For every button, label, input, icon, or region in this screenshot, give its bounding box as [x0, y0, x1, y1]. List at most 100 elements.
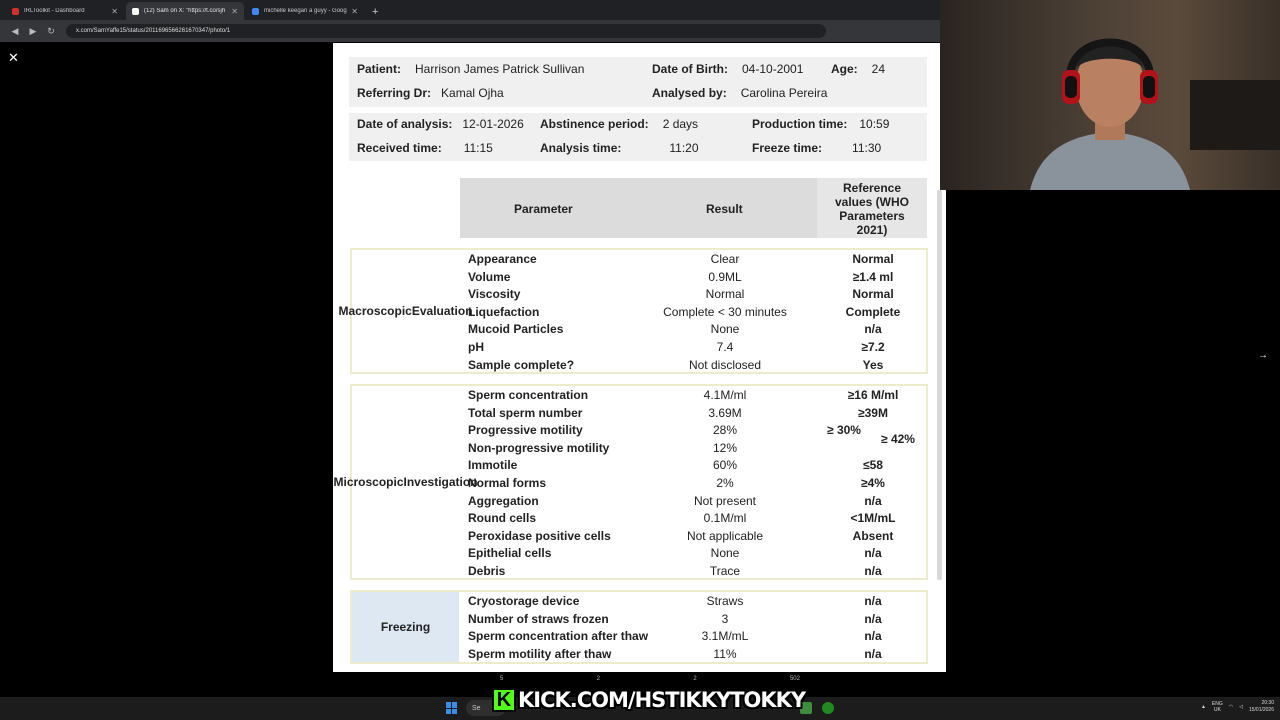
result-cell: 11%: [713, 646, 737, 661]
reference-cell: n/a: [864, 546, 882, 561]
parameter-cell: Viscosity: [468, 287, 521, 302]
patient-label: Patient:: [357, 62, 402, 76]
screen: IRLToolkit - Dashboard ✕ (12) Sam on X: "h…: [0, 0, 1280, 720]
clock[interactable]: 20:30 15/01/2026: [1249, 700, 1274, 714]
reference-cell: n/a: [864, 493, 882, 508]
new-tab-button[interactable]: +: [372, 6, 378, 18]
result-cell: 60%: [712, 458, 738, 473]
reference-cell: ≥1.4 ml: [852, 269, 894, 284]
macroscopic-section: Macroscopic Evaluation Appearance Clear Norm…: [338, 248, 928, 374]
parameter-cell: Sample complete?: [468, 357, 575, 372]
section-label: Microscopic Investigation: [333, 386, 477, 578]
result-cell: None: [710, 322, 740, 337]
repost-count[interactable]: 2: [597, 676, 600, 682]
tab-favicon-icon: [12, 7, 19, 15]
reload-icon[interactable]: ↻: [42, 26, 60, 37]
parameter-cell: Normal forms: [468, 476, 547, 490]
forward-icon[interactable]: ▶: [24, 26, 42, 37]
reference-cell: n/a: [864, 629, 882, 644]
referring-label: Referring Dr:: [357, 86, 432, 100]
scrollbar[interactable]: [937, 190, 942, 580]
browser-tab[interactable]: IRLToolkit - Dashboard ✕: [6, 2, 124, 20]
production-value: 10:59: [859, 117, 890, 131]
parameter-cell: Total sperm number: [468, 405, 583, 420]
reply-count[interactable]: 5: [500, 676, 503, 682]
tab-close-icon[interactable]: ✕: [111, 7, 118, 16]
result-cell: Trace: [709, 564, 741, 578]
reference-cell: n/a: [864, 322, 882, 337]
analysed-value: Carolina Pereira: [740, 86, 828, 100]
parameter-cell: Round cells: [468, 511, 537, 526]
close-icon[interactable]: ✕: [8, 50, 19, 66]
wifi-icon[interactable]: ◠: [1229, 704, 1233, 710]
date-value: 12-01-2026: [462, 117, 524, 131]
parameter-cell: Liquefaction: [468, 304, 540, 319]
freeze-time-value: 11:30: [852, 141, 882, 155]
parameter-cell: Debris: [468, 564, 506, 578]
parameter-cell: Aggregation: [468, 493, 539, 508]
parameter-cell: Immotile: [468, 458, 518, 473]
xbox-icon[interactable]: [822, 702, 834, 714]
table-header: Parameter Result Reference values (WHO P…: [460, 178, 927, 238]
parameter-cell: Non-progressive motility: [468, 440, 610, 455]
result-cell: Not present: [693, 493, 757, 508]
parameter-cell: Sperm motility after thaw: [468, 646, 612, 661]
section-label: Freezing: [352, 592, 459, 662]
browser-tab[interactable]: (12) Sam on X: "https://t.co/sjh ✕: [126, 2, 244, 20]
reference-cell: ≥16 M/ml: [847, 388, 899, 402]
post-stats: 5 2 2 502: [500, 676, 800, 682]
result-cell: 3: [721, 611, 729, 626]
result-cell: Not disclosed: [688, 357, 762, 372]
tab-favicon-icon: [252, 7, 259, 15]
kick-banner: K KICK.COM/HSTIKKYTOKKY: [492, 685, 806, 715]
reference-cell: <1M/mL: [850, 511, 896, 526]
browser-tab-strip: IRLToolkit - Dashboard ✕ (12) Sam on X: "h…: [0, 0, 940, 20]
patient-info-block: Patient: Harrison James Patrick Sullivan …: [349, 57, 927, 107]
language-indicator[interactable]: ENG UK: [1212, 701, 1223, 713]
windows-start-icon[interactable]: [446, 702, 458, 714]
result-cell: None: [710, 546, 740, 561]
reference-cell: Absent: [852, 528, 894, 543]
reference-cell: ≥39M: [858, 405, 888, 420]
reference-cell: ≥4%: [861, 476, 885, 490]
result-cell: 0.1M/ml: [703, 511, 747, 526]
tab-close-icon[interactable]: ✕: [231, 7, 238, 16]
view-count[interactable]: 502: [790, 676, 800, 682]
tray-arrow-icon[interactable]: ▲: [1201, 704, 1206, 710]
reference-cell: Yes: [862, 357, 884, 372]
received-label: Received time:: [357, 141, 442, 155]
parameter-cell: Sperm concentration after thaw: [468, 629, 649, 644]
col-reference: Reference values (WHO Parameters 2021): [817, 178, 927, 238]
back-icon[interactable]: ◀: [6, 26, 24, 37]
address-bar[interactable]: x.com/SamYaffe15/status/2011696566261670…: [66, 24, 826, 38]
next-photo-icon[interactable]: →: [1258, 350, 1268, 361]
section-label-line: Freezing: [380, 619, 431, 634]
dob-label: Date of Birth:: [652, 62, 728, 76]
volume-icon[interactable]: ◁: [1239, 704, 1243, 710]
abstinence-value: 2 days: [662, 117, 699, 131]
section-label-line: Macroscopic: [338, 303, 412, 318]
result-cell: 3.69M: [708, 405, 742, 420]
like-count[interactable]: 2: [693, 676, 696, 682]
analysed-label: Analysed by:: [652, 86, 727, 100]
referring-value: Kamal Ojha: [441, 86, 504, 100]
date-label: Date of analysis:: [357, 117, 453, 131]
reference-cell: n/a: [864, 564, 882, 578]
abstinence-label: Abstinence period:: [540, 117, 649, 131]
patient-value: Harrison James Patrick Sullivan: [415, 62, 585, 76]
analysis-time-label: Analysis time:: [540, 141, 622, 155]
browser-tab[interactable]: michelle keegan a guyy - Google ✕: [246, 2, 364, 20]
result-cell: Complete < 30 minutes: [663, 304, 787, 319]
tab-title: michelle keegan a guyy - Google: [264, 8, 348, 14]
section-label-line: Microscopic: [333, 474, 404, 489]
section-label-line: Investigation: [403, 474, 478, 489]
parameter-cell: Progressive motility: [468, 423, 583, 438]
result-cell: 28%: [712, 423, 738, 438]
freezing-section: Freezing Cryostorage device Straws n/a Numbe…: [350, 590, 928, 664]
tab-close-icon[interactable]: ✕: [351, 7, 358, 16]
tab-title: (12) Sam on X: "https://t.co/sjh: [144, 8, 226, 14]
parameter-cell: Sperm concentration: [468, 388, 589, 402]
microscopic-section: Microscopic Investigation Sperm concentrat…: [333, 384, 928, 580]
result-cell: 4.1M/ml: [703, 388, 747, 402]
result-cell: Normal: [705, 287, 745, 302]
